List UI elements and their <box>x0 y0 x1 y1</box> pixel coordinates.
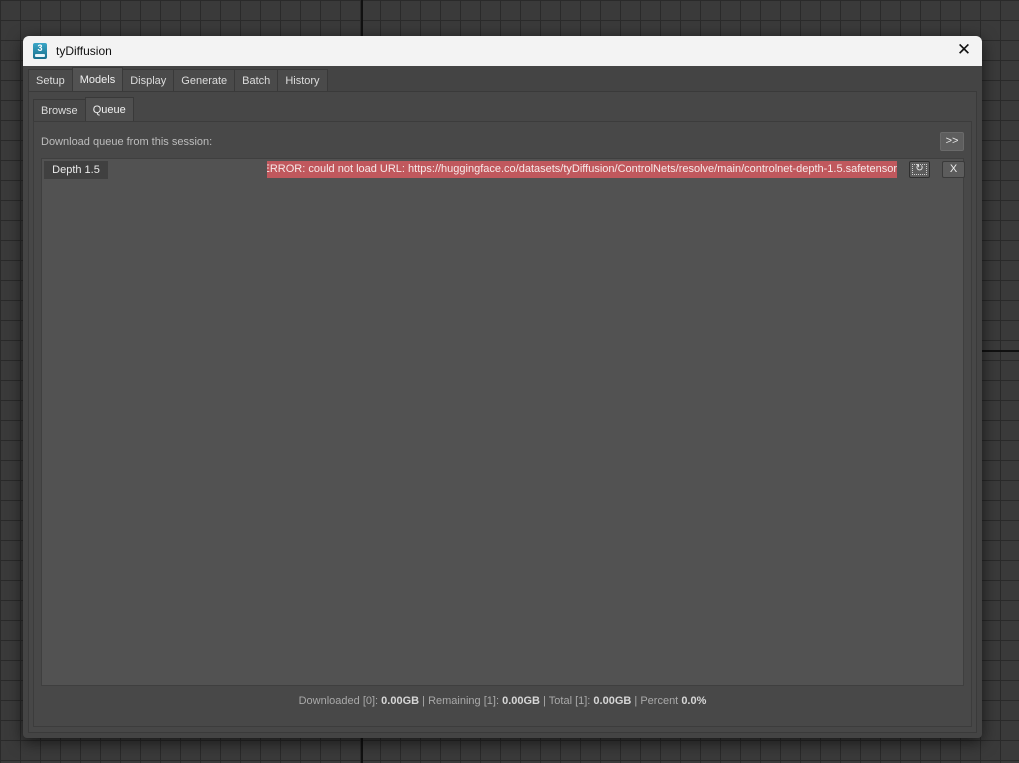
remaining-label: Remaining [1]: <box>428 695 500 707</box>
viewport-divider-vertical-bottom <box>361 738 363 763</box>
tab-setup[interactable]: Setup <box>28 69 73 91</box>
percent-label: Percent <box>640 695 679 707</box>
main-tab-bar: Setup Models Display Generate Batch Hist… <box>28 67 328 91</box>
models-panel: Browse Queue Download queue from this se… <box>28 91 977 733</box>
tab-browse[interactable]: Browse <box>33 99 86 121</box>
queue-item-name: Depth 1.5 <box>44 161 108 179</box>
expand-button[interactable]: >> <box>940 132 964 151</box>
tab-history[interactable]: History <box>277 69 328 91</box>
session-queue-label: Download queue from this session: <box>41 136 213 148</box>
title-bar[interactable]: 3 tyDiffusion ✕ <box>23 36 982 66</box>
remove-item-button[interactable]: X <box>942 161 965 178</box>
total-label: Total [1]: <box>548 695 591 707</box>
viewport-divider-vertical <box>361 0 363 36</box>
download-status-bar: Downloaded [0]: 0.00GB | Remaining [1]: … <box>34 695 971 707</box>
error-text: ERROR: could not load URL: https://huggi… <box>267 163 897 175</box>
queue-panel: Download queue from this session: >> Dep… <box>33 121 972 727</box>
app-icon: 3 <box>33 43 47 59</box>
percent-value: 0.0% <box>681 695 707 707</box>
window-title: tyDiffusion <box>56 44 112 58</box>
retry-button[interactable]: ↻ <box>909 161 930 178</box>
tydiffusion-window: 3 tyDiffusion ✕ Setup Models Display Gen… <box>23 36 982 738</box>
close-button[interactable]: ✕ <box>952 39 976 63</box>
queue-item-error-message: ERROR: could not load URL: https://huggi… <box>267 161 897 178</box>
viewport-divider-horizontal <box>982 350 1019 352</box>
queue-item: Depth 1.5 ERROR: could not load URL: htt… <box>42 159 965 181</box>
tab-models[interactable]: Models <box>71 67 124 91</box>
tab-display[interactable]: Display <box>122 69 175 91</box>
remaining-value: 0.00GB <box>502 695 540 707</box>
tab-generate[interactable]: Generate <box>173 69 236 91</box>
retry-icon: ↻ <box>915 163 924 174</box>
downloaded-value: 0.00GB <box>381 695 420 707</box>
tab-batch[interactable]: Batch <box>234 69 279 91</box>
queue-list: Depth 1.5 ERROR: could not load URL: htt… <box>41 158 965 686</box>
downloaded-label: Downloaded [0]: <box>298 695 379 707</box>
models-sub-tab-bar: Browse Queue <box>33 97 134 121</box>
tab-queue[interactable]: Queue <box>84 97 134 121</box>
total-value: 0.00GB <box>593 695 632 707</box>
